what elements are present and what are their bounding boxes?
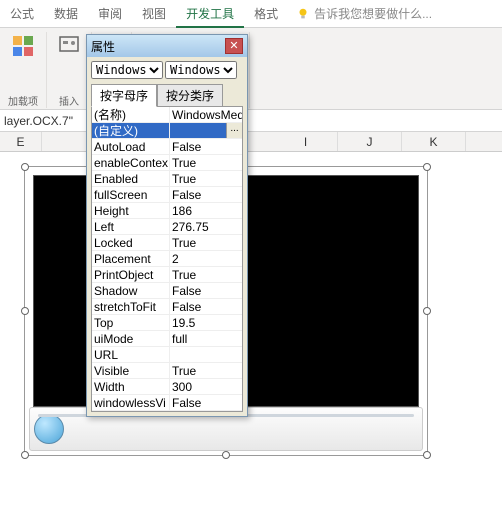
- col-header-e[interactable]: E: [0, 132, 42, 151]
- prop-row: AutoLoadFalse: [92, 139, 242, 155]
- col-header-i[interactable]: I: [274, 132, 338, 151]
- tab-review[interactable]: 审阅: [88, 0, 132, 28]
- object-name-select[interactable]: WindowsMed: [91, 61, 163, 79]
- addins-icon: [11, 34, 35, 58]
- handle-top-right[interactable]: [423, 163, 431, 171]
- close-button[interactable]: ✕: [225, 38, 243, 54]
- prop-row: URL: [92, 347, 242, 363]
- tab-data[interactable]: 数据: [44, 0, 88, 28]
- play-button[interactable]: [34, 414, 64, 444]
- insert-icon: [57, 34, 81, 58]
- group-addins: 加载项: [0, 32, 47, 108]
- properties-titlebar[interactable]: 属性 ✕: [87, 35, 247, 57]
- ribbon-body: 加载项 插入 源 映射属性 扩展包: [0, 28, 502, 110]
- col-header-j[interactable]: J: [338, 132, 402, 151]
- worksheet-grid[interactable]: [0, 152, 502, 497]
- prop-row: ShadowFalse: [92, 283, 242, 299]
- prop-row: stretchToFitFalse: [92, 299, 242, 315]
- insert-label: 插入: [59, 93, 79, 108]
- prop-row: LockedTrue: [92, 235, 242, 251]
- col-header-k[interactable]: K: [402, 132, 466, 151]
- addins-button[interactable]: [9, 32, 37, 60]
- object-type-select[interactable]: WindowsMed.: [165, 61, 237, 79]
- prop-row: enableContexTrue: [92, 155, 242, 171]
- formula-bar[interactable]: layer.OCX.7": [0, 110, 502, 132]
- prop-row: fullScreenFalse: [92, 187, 242, 203]
- addins-label: 加载项: [8, 93, 38, 108]
- prop-row-selected: (自定义)...: [92, 123, 242, 139]
- tab-alphabetic[interactable]: 按字母序: [91, 84, 157, 107]
- handle-bot-left[interactable]: [21, 451, 29, 459]
- prop-row: Width300: [92, 379, 242, 395]
- properties-tabs: 按字母序 按分类序: [91, 83, 243, 106]
- insert-button[interactable]: [55, 32, 83, 60]
- prop-row: Top19.5: [92, 315, 242, 331]
- handle-mid-left[interactable]: [21, 307, 29, 315]
- object-selector: WindowsMed WindowsMed.: [91, 61, 243, 79]
- prop-row: VisibleTrue: [92, 363, 242, 379]
- prop-row: EnabledTrue: [92, 171, 242, 187]
- prop-row: uiModefull: [92, 331, 242, 347]
- properties-window: 属性 ✕ WindowsMed WindowsMed. 按字母序 按分类序 (名…: [86, 34, 248, 417]
- tab-format[interactable]: 格式: [244, 0, 288, 28]
- tab-categorized[interactable]: 按分类序: [157, 84, 223, 107]
- handle-mid-right[interactable]: [423, 307, 431, 315]
- handle-top-left[interactable]: [21, 163, 29, 171]
- prop-row: windowlessViFalse: [92, 395, 242, 411]
- bulb-icon: [296, 7, 310, 21]
- properties-title-label: 属性: [91, 38, 115, 55]
- tab-developer[interactable]: 开发工具: [176, 0, 244, 28]
- tab-view[interactable]: 视图: [132, 0, 176, 28]
- prop-row: (名称)WindowsMedi: [92, 107, 242, 123]
- prop-row: Left276.75: [92, 219, 242, 235]
- tab-formulas[interactable]: 公式: [0, 0, 44, 28]
- prop-row: Placement2: [92, 251, 242, 267]
- ellipsis-button[interactable]: ...: [226, 123, 242, 138]
- column-headers: E I J K: [0, 132, 502, 152]
- handle-bot-mid[interactable]: [222, 451, 230, 459]
- properties-grid: (名称)WindowsMedi (自定义)... AutoLoadFalse e…: [91, 106, 243, 412]
- tell-me[interactable]: 告诉我您想要做什么...: [296, 5, 432, 22]
- handle-bot-right[interactable]: [423, 451, 431, 459]
- formula-text: layer.OCX.7": [4, 114, 73, 128]
- ribbon-tabs: 公式 数据 审阅 视图 开发工具 格式 告诉我您想要做什么...: [0, 0, 502, 28]
- prop-row: PrintObjectTrue: [92, 267, 242, 283]
- prop-row: Height186: [92, 203, 242, 219]
- tell-me-label: 告诉我您想要做什么...: [314, 5, 432, 22]
